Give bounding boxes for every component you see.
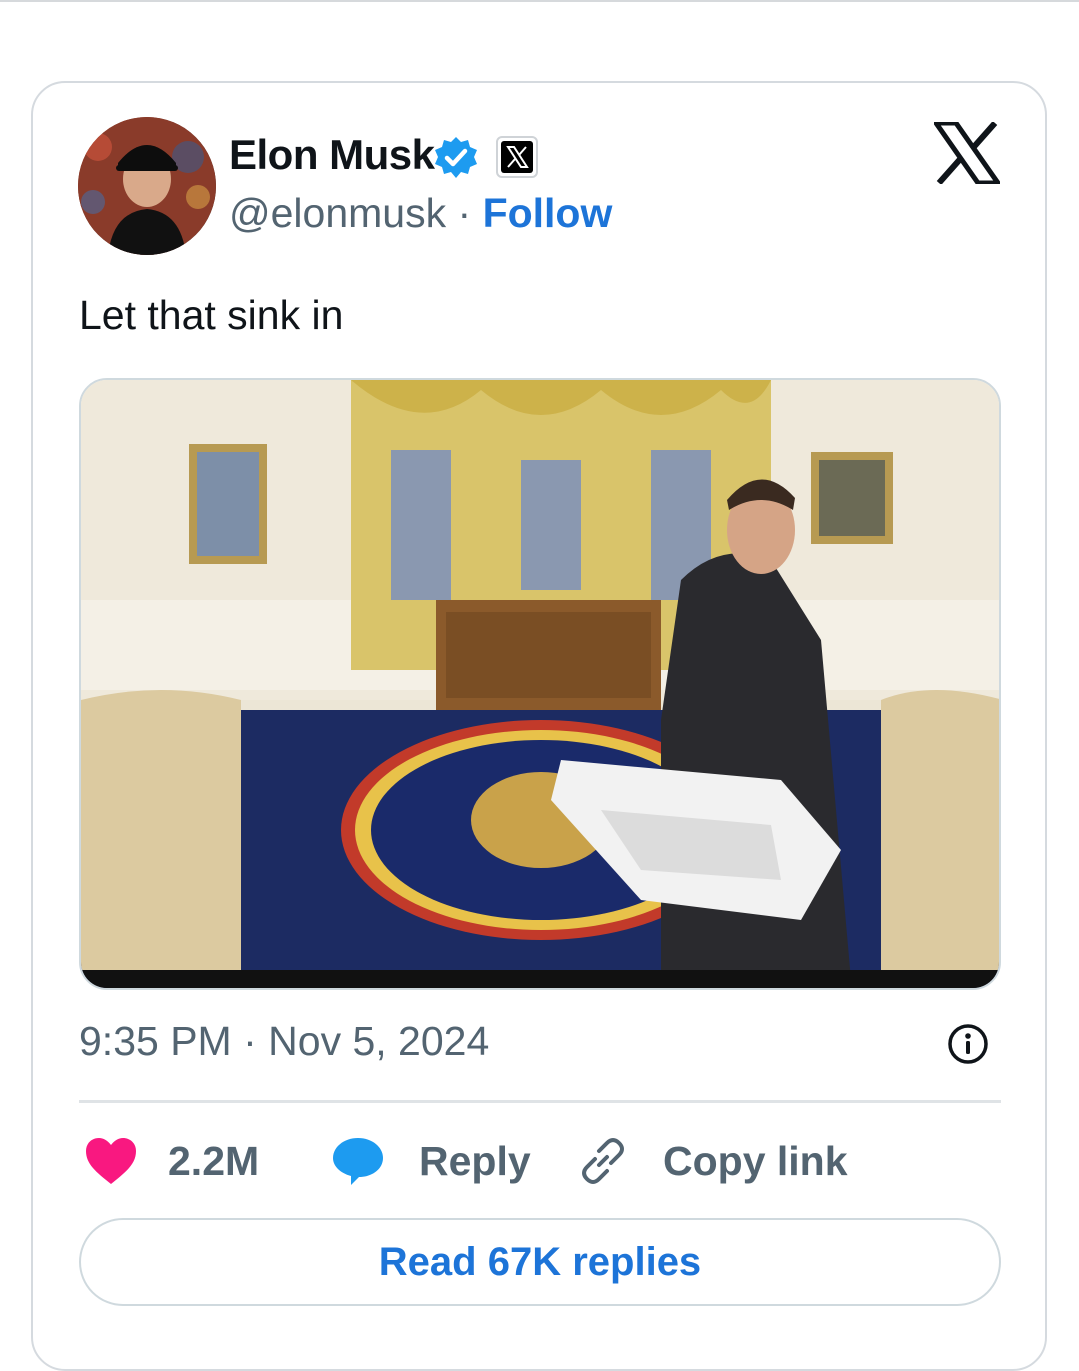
tweet-timestamp[interactable]: 9:35 PM · Nov 5, 2024 [79,1018,489,1065]
media-illustration [81,380,999,988]
reply-button[interactable]: Reply [331,1133,531,1189]
like-button[interactable]: 2.2M [84,1133,259,1189]
copy-link-button[interactable]: Copy link [577,1133,848,1189]
verified-badge-icon [435,137,477,178]
x-logo-icon[interactable] [934,122,1000,184]
read-replies-button[interactable]: Read 67K replies [79,1218,1001,1306]
actions-divider [79,1100,1001,1103]
tweet-time: 9:35 PM [79,1018,232,1064]
reply-bubble-icon [333,1138,383,1185]
avatar[interactable] [78,117,216,255]
reply-label: Reply [419,1137,531,1184]
author-name[interactable]: Elon Musk [229,131,435,179]
tweet-text: Let that sink in [79,292,344,338]
handle-separator: · [457,190,472,236]
tweet-date: Nov 5, 2024 [268,1018,490,1064]
top-divider [0,0,1079,2]
heart-icon [86,1138,136,1184]
like-count: 2.2M [168,1137,260,1184]
x-mini-logo-icon [506,146,529,168]
follow-button[interactable]: Follow [483,190,613,236]
avatar-photo [78,117,216,255]
copy-link-label: Copy link [663,1137,848,1184]
timestamp-separator: · [243,1018,257,1064]
info-icon[interactable] [946,1022,990,1066]
tweet-media-image[interactable] [79,378,1001,990]
link-icon [582,1138,624,1184]
author-handle[interactable]: @elonmusk [229,190,446,236]
x-affiliate-badge-icon [496,136,538,178]
author-handle-row: @elonmusk · Follow [229,190,612,237]
